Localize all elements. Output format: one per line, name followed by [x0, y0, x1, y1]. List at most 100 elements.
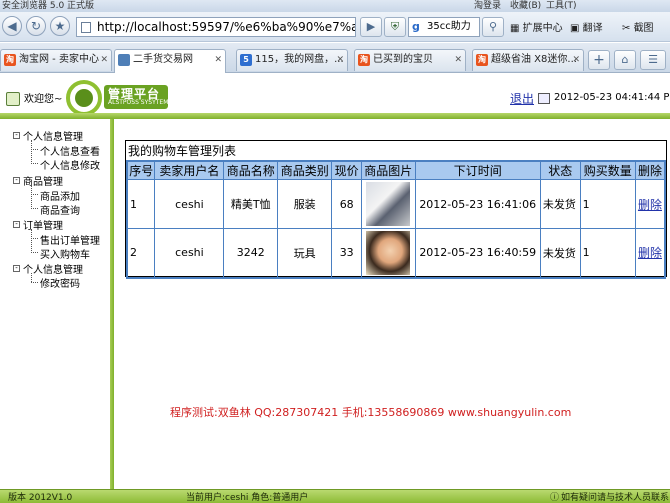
delete-link[interactable]: 删除 [634, 228, 666, 278]
cell-product-name: 精美T恤 [223, 179, 278, 229]
logout-link[interactable]: 退出 [510, 90, 534, 107]
welcome-text: 欢迎您~ [24, 94, 63, 105]
extensions-button[interactable]: ▦ 扩展中心 [510, 19, 563, 34]
cell-price: 68 [331, 179, 362, 229]
cell-category: 服装 [276, 179, 333, 229]
sidebar-item-sold-orders[interactable]: 售出订单管理 [40, 232, 100, 247]
sidebar-item-add-product[interactable]: 商品添加 [40, 188, 80, 203]
user-icon [6, 92, 20, 106]
table-row: 1 ceshi 精美T恤 服装 68 2012-05-23 16:41:06 未… [126, 179, 666, 229]
contact-text: 如有疑问请与技术人员联系 [561, 493, 670, 503]
column-header: 下订时间 [414, 160, 541, 180]
column-header: 状态 [539, 160, 581, 180]
delete-link[interactable]: 删除 [634, 179, 666, 229]
favorites-menu[interactable]: 收藏(B) [510, 0, 541, 11]
tree-line [31, 140, 32, 164]
tab-label: 二手货交易网 [133, 54, 193, 65]
product-thumbnail[interactable] [366, 182, 411, 226]
taobao-favicon-icon: 淘 [358, 54, 370, 66]
tab-strip: 淘 淘宝网 - 卖家中心 ✕ 二手货交易网 ✕ 5 115，我的网盘，... ✕… [0, 43, 670, 73]
collapse-icon[interactable]: - [13, 132, 20, 139]
panel-title: 我的购物车管理列表 [128, 144, 237, 158]
collapse-icon[interactable]: - [13, 177, 20, 184]
translate-button[interactable]: ▣ 翻译 [570, 19, 603, 34]
address-bar[interactable]: http://localhost:59597/%e6%ba%90%e7%a8%8… [76, 17, 356, 37]
tab-bought-items[interactable]: 淘 已买到的宝贝 ✕ [354, 49, 466, 71]
tools-menu[interactable]: 工具(T) [546, 0, 577, 11]
sidebar-item-change-password[interactable]: 修改密码 [40, 275, 80, 290]
address-text: http://localhost:59597/%e6%ba%90%e7%a8%8… [97, 20, 355, 34]
sidebar-group-account[interactable]: 个人信息管理 [23, 261, 83, 276]
sidebar-group-orders[interactable]: 订单管理 [23, 217, 63, 232]
cell-status: 未发货 [539, 179, 581, 229]
column-header: 商品类别 [276, 160, 333, 180]
login-link[interactable]: 淘登录 [474, 0, 501, 11]
tab-list-icon[interactable]: ☰ [640, 50, 666, 70]
search-text: 35cc助力 [427, 21, 471, 32]
search-input[interactable]: g 35cc助力 [408, 17, 480, 37]
favorite-star-button[interactable]: ★ [50, 16, 70, 36]
collapse-icon[interactable]: - [13, 265, 20, 272]
search-icon[interactable]: ⚲ [482, 17, 504, 37]
tree-line [31, 208, 38, 209]
logo-core [75, 89, 93, 107]
column-header: 商品名称 [223, 160, 278, 180]
tab-label: 115，我的网盘，... [255, 54, 344, 65]
go-button[interactable]: ▶ [360, 17, 382, 37]
header-datetime: 2012-05-23 04:41:44 PM [554, 92, 670, 103]
page-icon [81, 22, 91, 33]
sidebar-item-edit-profile[interactable]: 个人信息修改 [40, 157, 100, 172]
tab-115-disk[interactable]: 5 115，我的网盘，... ✕ [236, 49, 348, 71]
home-icon[interactable]: ⌂ [614, 50, 636, 70]
tab-x8-mini[interactable]: 淘 超级省油 X8迷你... ✕ [472, 49, 584, 71]
tree-line [31, 229, 32, 253]
back-button[interactable]: ◀ [2, 16, 22, 36]
cell-product-name: 3242 [223, 228, 278, 278]
cart-table: 序号 卖家用户名 商品名称 商品类别 现价 商品图片 下订时间 状态 购买数量 … [126, 160, 666, 279]
close-icon[interactable]: ✕ [214, 50, 222, 70]
close-icon[interactable]: ✕ [100, 50, 108, 70]
tab-taobao-seller[interactable]: 淘 淘宝网 - 卖家中心 ✕ [0, 49, 112, 71]
navigation-bar: ◀ ↻ ★ http://localhost:59597/%e6%ba%90%e… [0, 12, 670, 42]
refresh-button[interactable]: ↻ [26, 16, 46, 36]
close-icon[interactable]: ✕ [454, 50, 462, 70]
cell-image [360, 179, 416, 229]
tab-label: 已买到的宝贝 [373, 54, 433, 65]
column-header: 购买数量 [579, 160, 636, 180]
column-header: 序号 [126, 160, 156, 180]
shield-icon[interactable]: ⛨ [384, 17, 406, 37]
tree-line [31, 163, 38, 164]
close-icon[interactable]: ✕ [572, 50, 580, 70]
logo-subtitle: ALSTPOSS SYSYTEM [108, 99, 169, 106]
logo-banner: 管理平台 ALSTPOSS SYSYTEM [104, 85, 168, 109]
sidebar-group-personal-info[interactable]: 个人信息管理 [23, 128, 83, 143]
cell-image [360, 228, 416, 278]
cell-category: 玩具 [276, 228, 333, 278]
cell-status: 未发货 [539, 228, 581, 278]
extensions-label: 扩展中心 [522, 23, 563, 34]
tab-label: 超级省油 X8迷你... [491, 54, 577, 65]
tree-line [31, 238, 38, 239]
sidebar-item-search-product[interactable]: 商品查询 [40, 202, 80, 217]
sidebar-group-products[interactable]: 商品管理 [23, 173, 63, 188]
version-text: 版本 2012V1.0 [8, 493, 73, 503]
tab-secondhand-market[interactable]: 二手货交易网 ✕ [114, 49, 226, 73]
table-header-row: 序号 卖家用户名 商品名称 商品类别 现价 商品图片 下订时间 状态 购买数量 … [126, 160, 666, 180]
product-thumbnail[interactable] [366, 230, 411, 275]
translate-label: 翻译 [582, 23, 603, 34]
cell-seller: ceshi [154, 179, 225, 229]
close-icon[interactable]: ✕ [336, 50, 344, 70]
screenshot-button[interactable]: ✂ 截图 [622, 19, 654, 34]
collapse-icon[interactable]: - [13, 221, 20, 228]
screenshot-label: 截图 [633, 23, 654, 34]
tree-line [31, 273, 32, 282]
title-bar: 安全浏览器 5.0 正式版 淘登录 收藏(B) 工具(T) [0, 0, 670, 12]
taobao-favicon-icon: 淘 [4, 54, 16, 66]
new-tab-button[interactable]: + [588, 50, 610, 70]
sidebar-item-shopping-cart[interactable]: 买入购物车 [40, 246, 90, 261]
sidebar-item-view-profile[interactable]: 个人信息查看 [40, 143, 100, 158]
cell-seller: ceshi [154, 228, 225, 278]
tree-line [31, 149, 38, 150]
column-header: 现价 [331, 160, 362, 180]
page-favicon-icon [118, 54, 130, 66]
